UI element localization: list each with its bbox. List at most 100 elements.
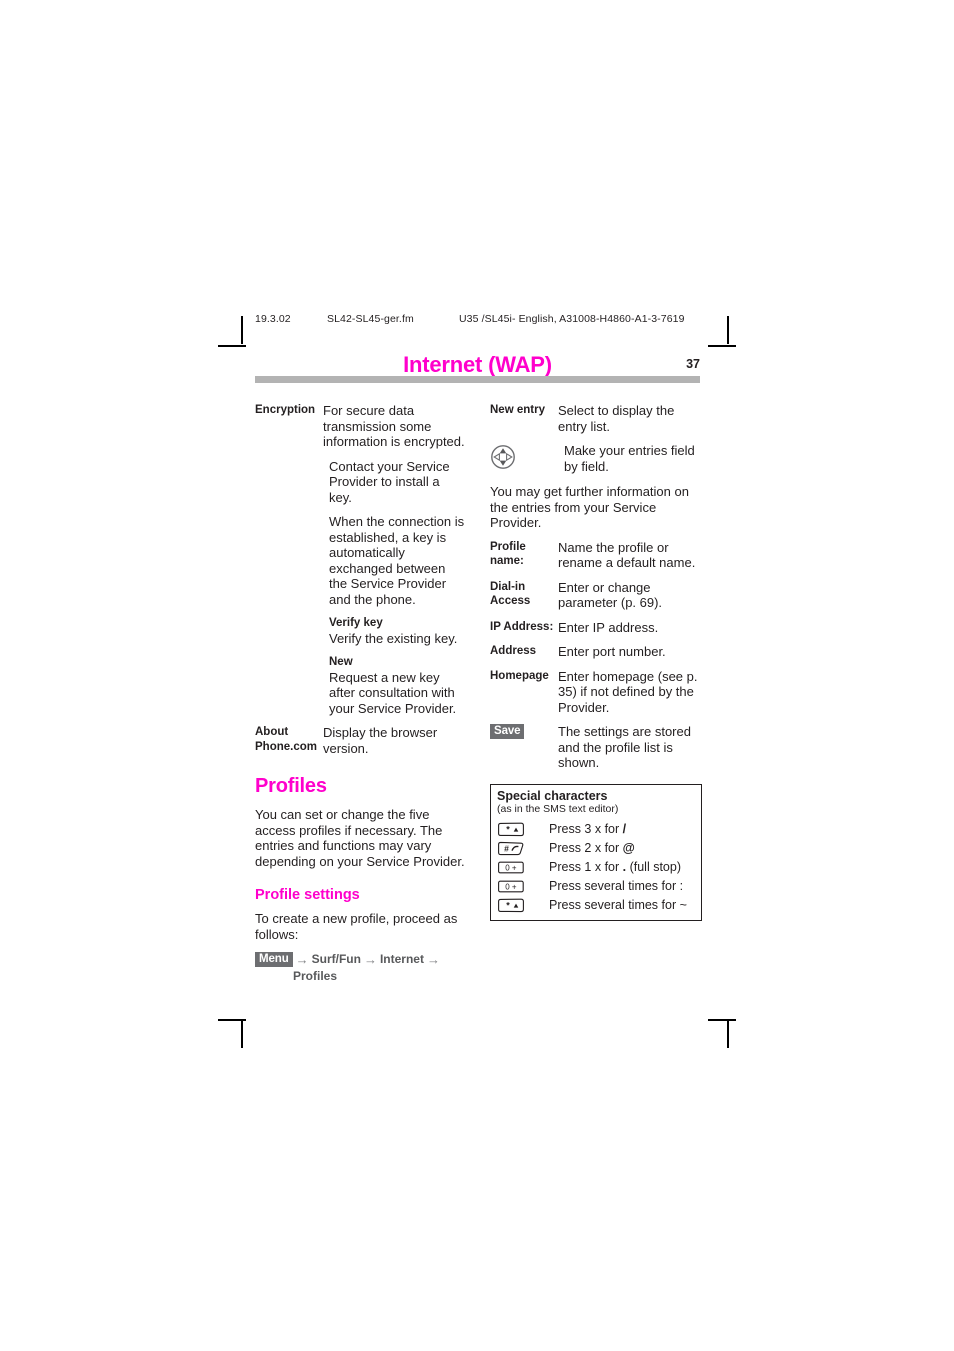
special-characters-title: Special characters <box>497 788 608 803</box>
setting-desc-profile-name: Name the profile or rename a default nam… <box>558 539 696 571</box>
right-column: New entry Select to display the entry li… <box>490 403 702 985</box>
svg-text:*: * <box>506 900 510 910</box>
arrow-icon-2: → <box>363 952 377 967</box>
verify-key-entry: Verify key Verify the existing key. <box>329 616 465 646</box>
crop-mark-bottom-left-horizontal <box>218 1019 246 1021</box>
crop-mark-top-left-vertical <box>241 316 243 344</box>
setting-desc-dial-in-access: Enter or change parameter (p. 69). <box>558 579 663 611</box>
special-char-glyph-4: : <box>679 878 684 893</box>
about-phonecom-term-line1: About <box>255 726 289 738</box>
special-char-glyph-5: ~ <box>679 897 687 912</box>
special-char-text-before-3: Press 1 x for <box>549 859 623 874</box>
crop-mark-bottom-left-vertical <box>241 1020 243 1048</box>
setting-desc-ip-address: Enter IP address. <box>558 619 659 635</box>
setting-row-ip-address: IP Address: Enter IP address. <box>490 620 700 636</box>
nav-key-row: Make your entries field by field. <box>490 443 700 475</box>
zero-key-icon: 0 + <box>497 879 549 894</box>
running-header: 19.3.02 SL42-SL45-ger.fm U35 /SL45i- Eng… <box>255 313 700 327</box>
about-phonecom-term-line2: Phone.com <box>255 740 317 753</box>
svg-text:0 +: 0 + <box>505 863 517 872</box>
setting-term-profile-name: Profile name: <box>490 540 526 568</box>
about-phonecom-term: About Phone.com <box>255 725 323 756</box>
nav-key-desc: Make your entries field by field. <box>564 443 695 474</box>
special-char-text-before-1: Press 3 x for <box>549 821 623 836</box>
page-title: Internet (WAP) <box>403 352 552 377</box>
setting-row-dial-in-access: Dial-in Access Enter or change parameter… <box>490 580 700 611</box>
menu-path-step-internet[interactable]: Internet <box>380 952 424 966</box>
menu-path: Menu → Surf/Fun → Internet → Profiles <box>255 951 465 985</box>
special-char-row-1: * Press 3 x for / <box>497 820 695 839</box>
save-row: Save The settings are stored and the pro… <box>490 724 700 771</box>
menu-softkey-button[interactable]: Menu <box>255 952 293 967</box>
special-char-text-3: Press 1 x for . (full stop) <box>549 860 681 875</box>
special-char-text-before-4: Press several times for <box>549 878 680 893</box>
about-phonecom-entry: About Phone.com Display the browser vers… <box>255 725 465 756</box>
title-rule <box>255 376 700 383</box>
special-char-row-4: 0 + Press several times for : <box>497 877 695 896</box>
special-char-glyph-2: @ <box>622 840 635 855</box>
special-char-text-after-3: (full stop) <box>626 859 682 874</box>
svg-text:0 +: 0 + <box>505 882 517 891</box>
crop-mark-bottom-right-vertical <box>727 1020 729 1048</box>
special-char-row-2: # Press 2 x for @ <box>497 839 695 858</box>
crop-mark-top-right-horizontal <box>708 345 736 347</box>
encryption-paragraph-2: Contact your Service Provider to install… <box>329 458 450 505</box>
star-key-icon: * <box>497 898 549 913</box>
running-header-date: 19.3.02 <box>255 313 291 325</box>
special-char-row-3: 0 + Press 1 x for . (full stop) <box>497 858 695 877</box>
two-column-body: Encryption For secure data transmission … <box>255 403 702 985</box>
special-char-glyph-1: / <box>622 821 627 836</box>
new-entry-desc: Select to display the entry list. <box>558 403 675 434</box>
new-key-term: New <box>329 656 353 668</box>
profiles-heading: Profiles <box>255 775 327 797</box>
right-info-paragraph: You may get further information on the e… <box>490 484 689 530</box>
special-char-text-5: Press several times for ~ <box>549 898 687 913</box>
chapter-header: Internet (WAP) 37 <box>255 353 700 387</box>
setting-term-dial-in-access: Dial-in Access <box>490 580 531 608</box>
verify-key-term: Verify key <box>329 617 383 629</box>
crop-mark-top-right-vertical <box>727 316 729 344</box>
star-key-icon: * <box>497 822 549 837</box>
encryption-term: Encryption <box>255 404 316 416</box>
running-header-filename: SL42-SL45-ger.fm <box>327 313 414 325</box>
menu-path-step-surf-fun[interactable]: Surf/Fun <box>312 952 361 966</box>
svg-text:*: * <box>506 824 510 834</box>
page-content: 19.3.02 SL42-SL45-ger.fm U35 /SL45i- Eng… <box>255 313 702 985</box>
save-softkey-button[interactable]: Save <box>490 724 525 739</box>
profiles-intro: You can set or change the five access pr… <box>255 807 465 869</box>
setting-row-homepage: Homepage Enter homepage (see p. 35) if n… <box>490 669 700 716</box>
arrow-icon-3: → <box>426 952 440 967</box>
page-number: 37 <box>686 357 700 371</box>
crop-mark-top-left-horizontal <box>218 345 246 347</box>
hash-key-icon: # <box>497 841 549 856</box>
crop-mark-bottom-right-horizontal <box>708 1019 736 1021</box>
profile-settings-heading: Profile settings <box>255 887 360 903</box>
encryption-entry: Encryption For secure data transmission … <box>255 403 465 450</box>
setting-term-address: Address <box>490 645 537 657</box>
running-header-doc-id: U35 /SL45i- English, A31008-H4860-A1-3-7… <box>459 313 685 325</box>
new-entry-row: New entry Select to display the entry li… <box>490 403 700 434</box>
verify-key-desc: Verify the existing key. <box>329 630 458 646</box>
profile-settings-intro: To create a new profile, proceed as foll… <box>255 911 458 942</box>
setting-row-profile-name: Profile name: Name the profile or rename… <box>490 540 700 571</box>
encryption-desc: For secure data transmission some inform… <box>323 403 465 449</box>
special-characters-box: Special characters (as in the SMS text e… <box>490 783 702 921</box>
save-desc: The settings are stored and the profile … <box>558 724 691 770</box>
setting-row-address: Address Enter port number. <box>490 644 700 660</box>
special-char-text-4: Press several times for : <box>549 879 683 894</box>
navigation-key-icon <box>490 443 558 475</box>
special-char-text-before-5: Press several times for <box>549 897 680 912</box>
special-char-text-before-2: Press 2 x for <box>549 840 623 855</box>
special-characters-subtitle: (as in the SMS text editor) <box>497 802 619 815</box>
new-entry-term: New entry <box>490 404 545 416</box>
setting-desc-address: Enter port number. <box>558 644 666 659</box>
setting-term-ip-address: IP Address: <box>490 620 554 633</box>
menu-path-step-profiles[interactable]: Profiles <box>293 968 465 985</box>
zero-key-icon: 0 + <box>497 860 549 875</box>
new-key-entry: New Request a new key after consultation… <box>329 655 465 716</box>
encryption-paragraph-3: When the connection is established, a ke… <box>329 514 465 607</box>
special-char-text-1: Press 3 x for / <box>549 822 626 837</box>
save-term: Save <box>490 724 558 771</box>
setting-desc-homepage: Enter homepage (see p. 35) if not define… <box>558 668 698 715</box>
special-char-text-2: Press 2 x for @ <box>549 841 635 856</box>
